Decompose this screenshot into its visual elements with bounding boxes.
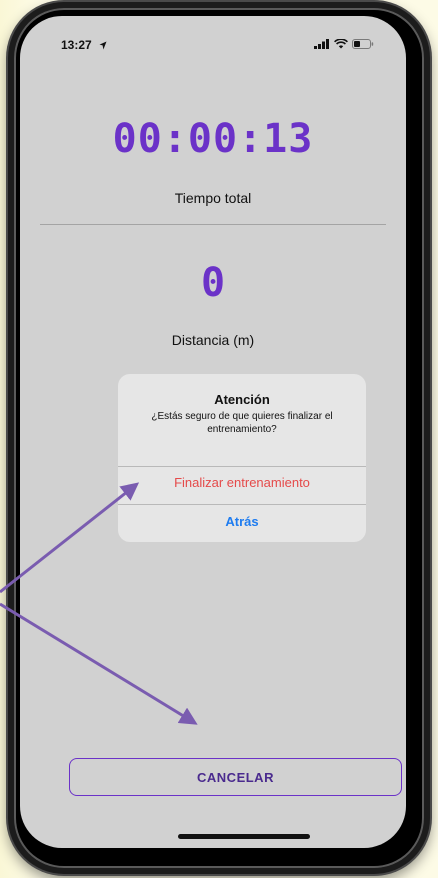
- elapsed-time-value: 00:00:13: [112, 116, 314, 162]
- alert-divider: [118, 504, 366, 505]
- elapsed-time-label: Tiempo total: [174, 190, 252, 206]
- status-indicators: [314, 39, 374, 49]
- home-indicator: [178, 834, 310, 839]
- alert-divider: [118, 466, 366, 467]
- location-arrow-icon: [99, 41, 107, 50]
- phone-frame: 13:27 00:00:13 Tiempo total 0 Distancia …: [8, 2, 430, 874]
- alert-message: ¿Estás seguro de que quieres finalizar e…: [151, 411, 333, 435]
- status-time: 13:27: [61, 38, 92, 52]
- distance-value: 0: [200, 260, 226, 306]
- finish-workout-button[interactable]: Finalizar entrenamiento: [118, 475, 366, 490]
- battery-icon: [352, 39, 374, 49]
- confirmation-alert: Atención ¿Estás seguro de que quieres fi…: [118, 374, 366, 542]
- section-divider: [40, 224, 386, 225]
- cancel-button[interactable]: CANCELAR: [69, 758, 402, 796]
- alert-title: Atención: [214, 392, 270, 407]
- wifi-icon: [334, 39, 348, 49]
- status-bar: 13:27: [20, 16, 406, 60]
- app-screen: 13:27 00:00:13 Tiempo total 0 Distancia …: [20, 16, 406, 848]
- signal-bars-icon: [314, 39, 329, 49]
- back-button[interactable]: Atrás: [118, 514, 366, 529]
- distance-label: Distancia (m): [171, 332, 255, 348]
